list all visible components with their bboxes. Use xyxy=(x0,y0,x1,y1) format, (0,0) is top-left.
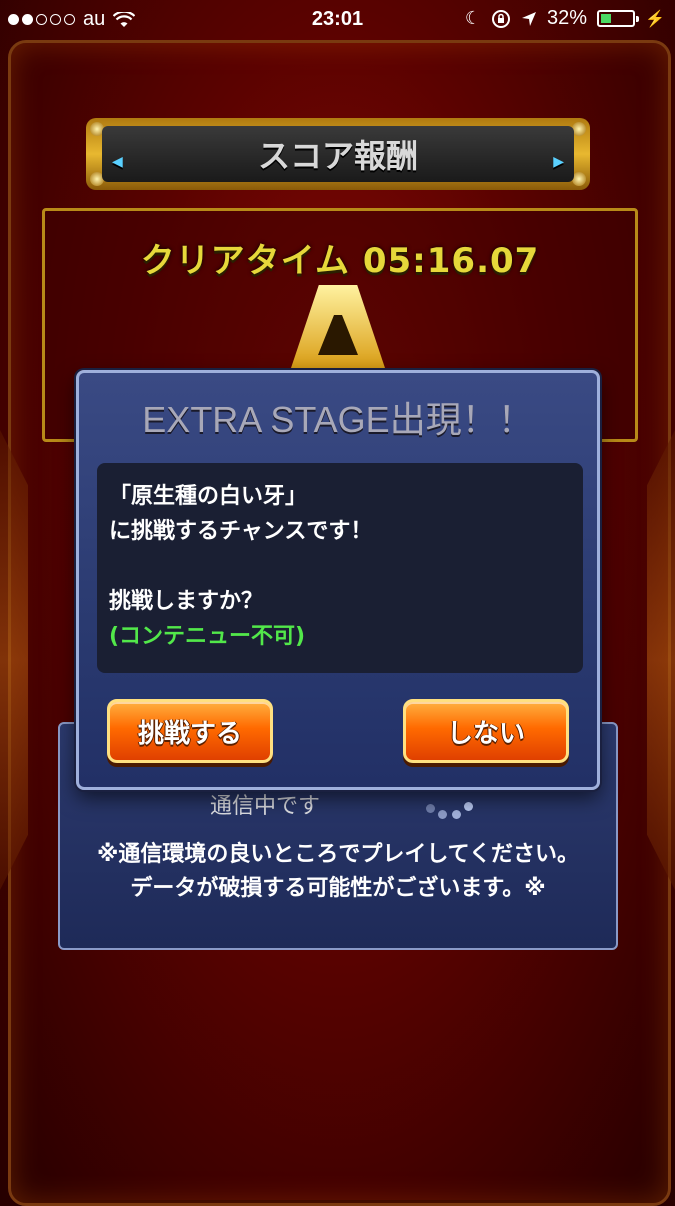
status-bar: au 23:01 ☾ 32% ⚡ xyxy=(0,0,675,38)
battery-percent: 32% xyxy=(547,7,588,29)
message-line-2: に挑戦するチャンスです！ xyxy=(109,519,373,544)
communicating-text: 通信中です xyxy=(210,794,321,819)
clear-time: クリアタイム 05:16.07 xyxy=(140,241,540,281)
no-continue-note: (コンテニュー不可) xyxy=(109,624,306,649)
dialog-message: 「原生種の白い牙」 に挑戦するチャンスです！ 挑戦しますか？ (コンテニュー不可… xyxy=(97,463,583,673)
battery-icon xyxy=(597,10,640,27)
status-right: ☾ 32% ⚡ xyxy=(465,7,665,30)
extra-stage-dialog: EXTRA STAGE出現！！ 「原生種の白い牙」 に挑戦するチャンスです！ 挑… xyxy=(76,370,600,790)
moon-icon: ☾ xyxy=(464,8,482,28)
score-reward-header: ◀ スコア報酬 ▶ xyxy=(86,118,590,190)
message-line-3: 挑戦しますか？ xyxy=(109,589,264,614)
left-side-ornament xyxy=(0,430,28,890)
right-side-ornament xyxy=(647,430,675,890)
dialog-title: EXTRA STAGE出現！！ xyxy=(142,399,534,440)
right-chevron-icon: ▶ xyxy=(553,154,564,170)
rotation-lock-icon xyxy=(492,9,511,28)
notice-line-2: データが破損する可能性がございます。※ xyxy=(130,876,546,901)
left-chevron-icon: ◀ xyxy=(112,154,123,170)
loading-spinner-icon xyxy=(422,794,482,824)
score-reward-title: スコア報酬 xyxy=(257,137,418,175)
challenge-button[interactable]: 挑戦する xyxy=(107,699,273,763)
decline-button[interactable]: しない xyxy=(403,699,569,763)
message-line-1: 「原生種の白い牙」 xyxy=(109,484,308,509)
communication-notice: ※通信環境の良いところでプレイしてください。 データが破損する可能性がございます… xyxy=(60,838,616,906)
location-arrow-icon xyxy=(522,11,537,26)
notice-line-1: ※通信環境の良いところでプレイしてください。 xyxy=(96,842,580,867)
charging-bolt-icon: ⚡ xyxy=(645,10,665,28)
